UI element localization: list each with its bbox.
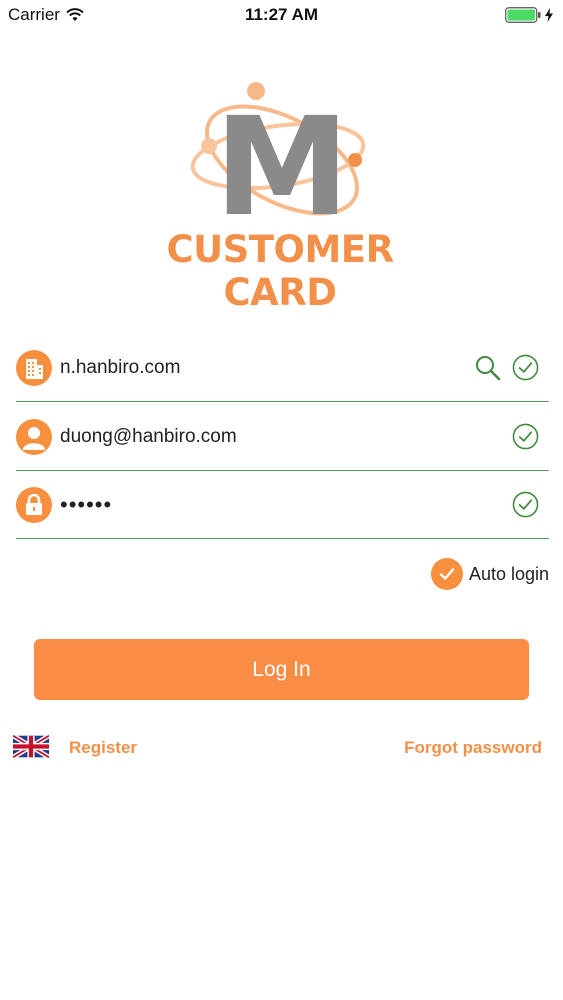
forgot-password-link[interactable]: Forgot password	[404, 738, 542, 758]
register-link[interactable]: Register	[69, 738, 137, 758]
email-input[interactable]: duong@hanbiro.com	[60, 426, 512, 448]
status-bar: Carrier 11:27 AM	[0, 0, 563, 30]
lock-icon	[16, 486, 52, 523]
email-field-row[interactable]: duong@hanbiro.com	[16, 403, 549, 471]
login-button[interactable]: Log In	[34, 639, 529, 700]
check-circle-icon	[512, 354, 539, 381]
search-icon[interactable]	[474, 354, 502, 382]
auto-login-toggle[interactable]: Auto login	[430, 558, 549, 590]
domain-field-row[interactable]: n.hanbiro.com	[16, 334, 549, 402]
domain-input[interactable]: n.hanbiro.com	[60, 357, 474, 379]
status-indicators	[505, 7, 553, 23]
password-field-row[interactable]: ••••••	[16, 471, 549, 539]
app-logo: M CUSTOMER CARD	[120, 78, 440, 314]
logo-text: CUSTOMER CARD	[166, 228, 394, 314]
logo-atom-icon: M	[190, 82, 366, 228]
check-circle-icon	[512, 423, 539, 450]
password-input[interactable]: ••••••	[60, 492, 512, 518]
check-circle-icon	[512, 491, 539, 518]
logo-letter: M	[214, 89, 349, 228]
auto-login-label: Auto login	[468, 563, 549, 584]
status-time: 11:27 AM	[244, 5, 319, 24]
building-icon	[16, 349, 52, 386]
battery-icon	[505, 7, 541, 23]
user-icon	[16, 418, 52, 455]
uk-flag-icon[interactable]	[13, 735, 49, 758]
charging-bolt-icon	[545, 8, 553, 22]
checkmark-icon[interactable]	[430, 558, 463, 590]
